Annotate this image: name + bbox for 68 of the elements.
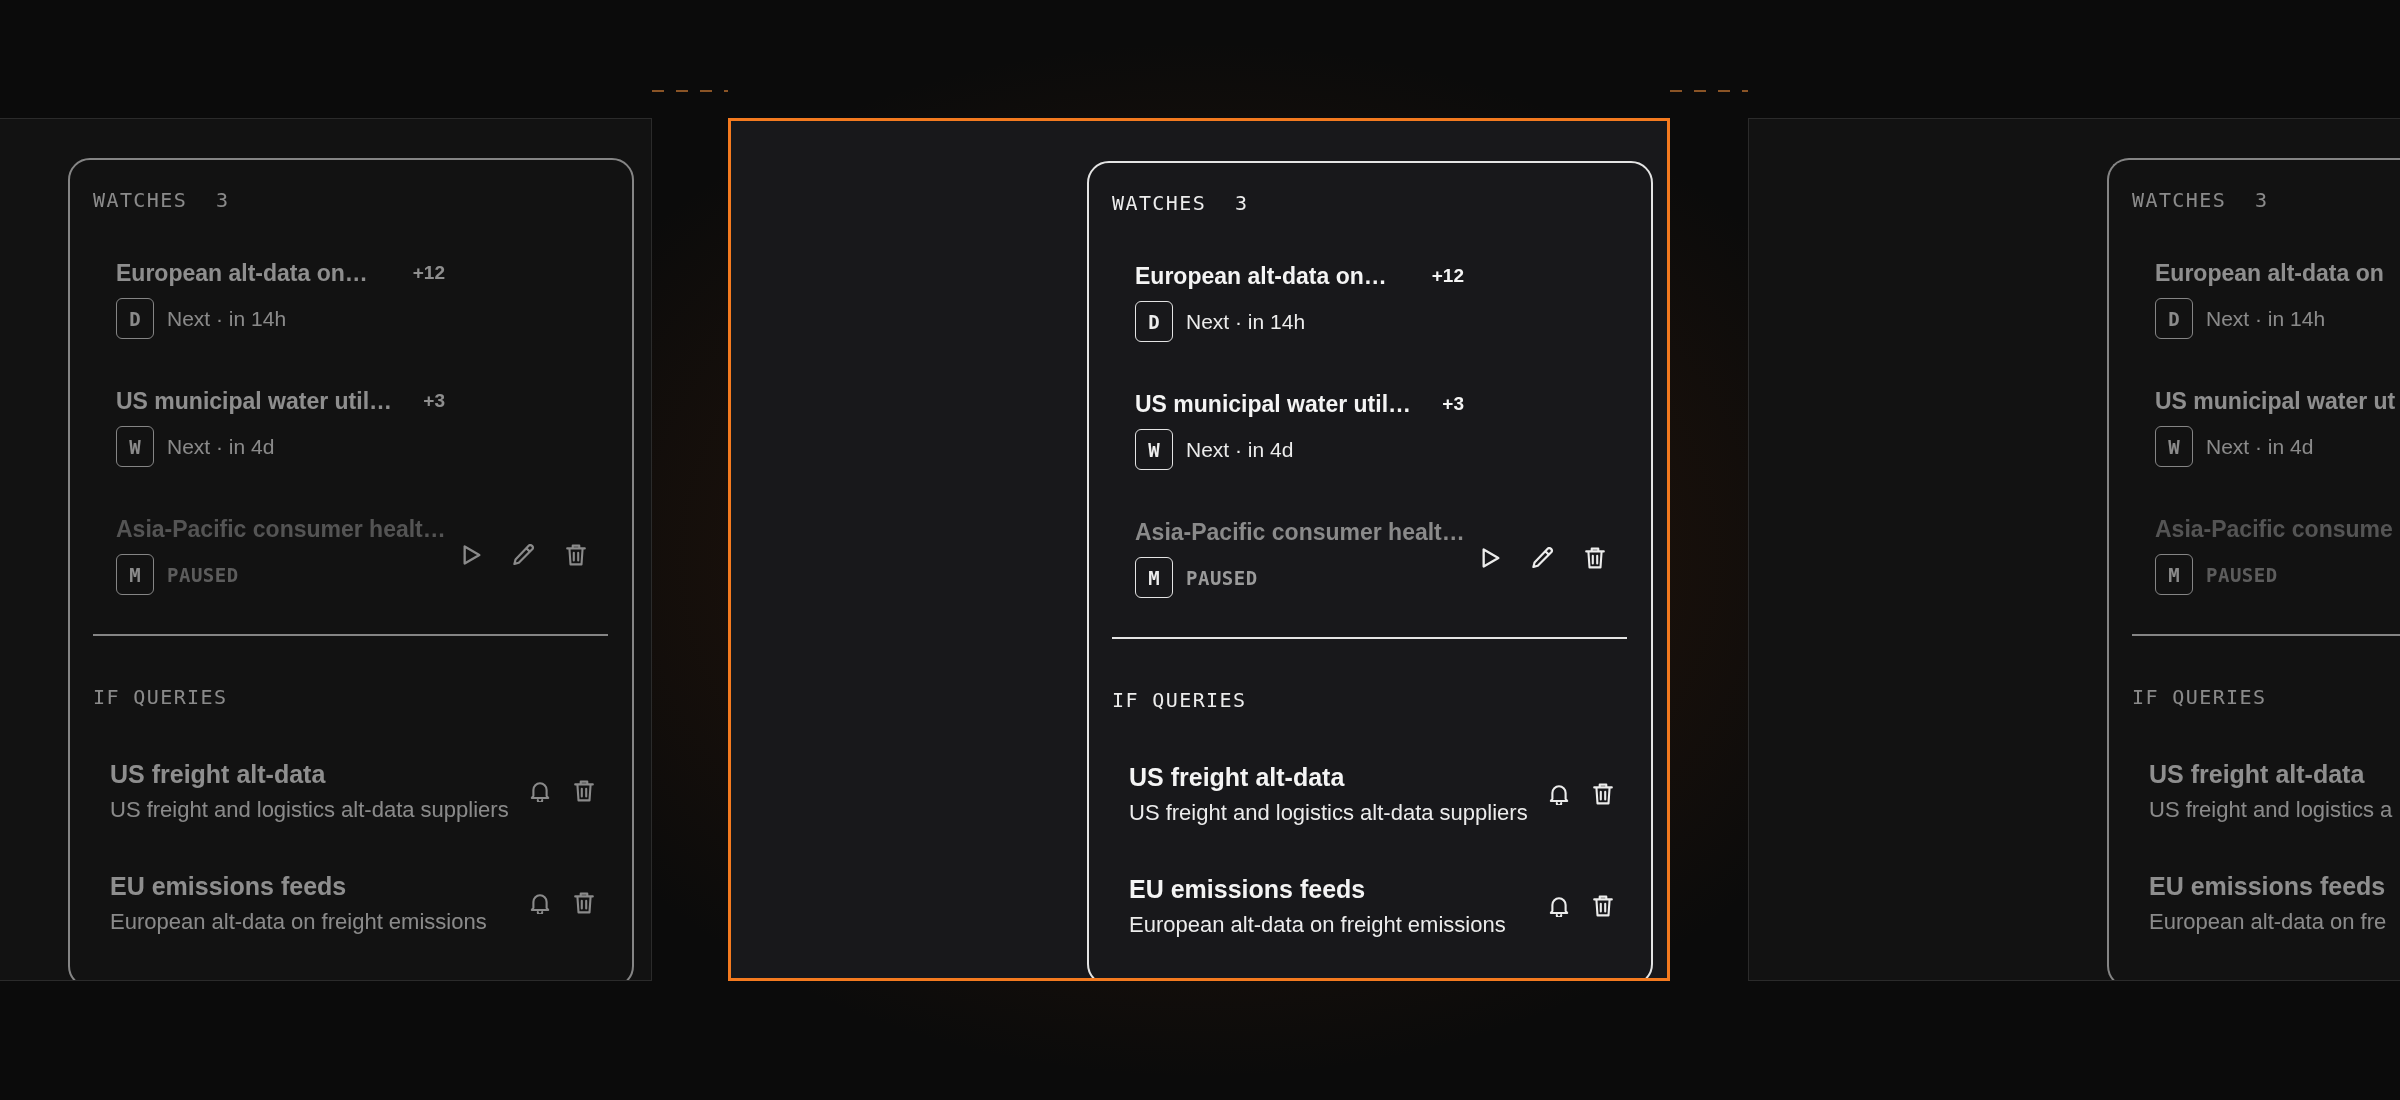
- play-icon: [461, 543, 483, 566]
- query-title: EU emissions feeds: [2149, 871, 2387, 902]
- watch-count: 3: [1235, 191, 1249, 215]
- query-description: US freight and logistics alt-data suppliers: [1129, 799, 1528, 827]
- watch-title: US municipal water ut: [2155, 387, 2396, 416]
- trash-icon: [565, 543, 587, 566]
- query-description: European alt-data on fre: [2149, 908, 2387, 936]
- query-title: US freight alt-data: [1129, 762, 1346, 793]
- section-title: IF QUERIES: [2132, 685, 2267, 709]
- bell-icon: [529, 780, 551, 802]
- bell-icon: [1548, 895, 1570, 917]
- watch-title: US municipal water util…: [116, 387, 393, 416]
- section-title: WATCHES: [1112, 191, 1207, 215]
- query-description: European alt-data on freight emissions: [110, 908, 487, 936]
- status-text: Next · in 14h: [2206, 305, 2326, 332]
- count-label: +3: [1442, 393, 1464, 415]
- letter-badge: M: [116, 554, 154, 595]
- watch-title: US municipal water util…: [1135, 390, 1412, 419]
- section-title: IF QUERIES: [1112, 688, 1247, 712]
- section-title: IF QUERIES: [93, 685, 228, 709]
- letter-badge: W: [2155, 426, 2193, 467]
- trash-icon: [573, 892, 595, 914]
- status-text: Next · in 4d: [1186, 436, 1294, 463]
- query-title: US freight alt-data: [110, 759, 327, 790]
- count-label: +12: [1431, 265, 1464, 287]
- letter-badge: D: [116, 298, 154, 339]
- status-text: Next · in 4d: [2206, 433, 2314, 460]
- status-text: PAUSED: [1186, 565, 1258, 591]
- panel-frame[interactable]: [1748, 118, 2400, 981]
- query-description: US freight and logistics alt-data suppliers: [110, 796, 509, 824]
- trash-icon: [1584, 546, 1606, 569]
- query-title: US freight alt-data: [2149, 759, 2366, 790]
- trash-icon: [573, 780, 595, 802]
- watch-title: European alt-data on…: [1135, 262, 1387, 291]
- letter-badge: D: [1135, 301, 1173, 342]
- trash-icon: [1592, 783, 1614, 805]
- letter-badge: D: [2155, 298, 2193, 339]
- panel-frame[interactable]: [728, 118, 1670, 981]
- status-text: PAUSED: [2206, 562, 2278, 588]
- query-title: EU emissions feeds: [1129, 874, 1367, 905]
- pencil-icon: [513, 543, 535, 566]
- query-title: EU emissions feeds: [110, 871, 348, 902]
- play-icon: [1480, 546, 1502, 569]
- watch-title: European alt-data on: [2155, 259, 2384, 288]
- watch-title: European alt-data on…: [116, 259, 368, 288]
- watch-count: 3: [2255, 188, 2269, 212]
- pencil-icon: [1532, 546, 1554, 569]
- bell-icon: [529, 892, 551, 914]
- watch-count: 3: [216, 188, 230, 212]
- watch-title: Asia-Pacific consumer healt…: [1135, 518, 1465, 547]
- letter-badge: M: [2155, 554, 2193, 595]
- status-text: Next · in 14h: [167, 305, 287, 332]
- status-text: Next · in 14h: [1186, 308, 1306, 335]
- watch-title: Asia-Pacific consumer healt…: [116, 515, 446, 544]
- watch-title: Asia-Pacific consume: [2155, 515, 2393, 544]
- letter-badge: W: [1135, 429, 1173, 470]
- bell-icon: [1548, 783, 1570, 805]
- query-description: European alt-data on freight emissions: [1129, 911, 1506, 939]
- count-label: +12: [412, 262, 445, 284]
- letter-badge: M: [1135, 557, 1173, 598]
- query-description: US freight and logistics a: [2149, 796, 2393, 824]
- section-title: WATCHES: [93, 188, 188, 212]
- letter-badge: W: [116, 426, 154, 467]
- trash-icon: [1592, 895, 1614, 917]
- status-text: PAUSED: [167, 562, 239, 588]
- section-title: WATCHES: [2132, 188, 2227, 212]
- count-label: +3: [423, 390, 445, 412]
- status-text: Next · in 4d: [167, 433, 275, 460]
